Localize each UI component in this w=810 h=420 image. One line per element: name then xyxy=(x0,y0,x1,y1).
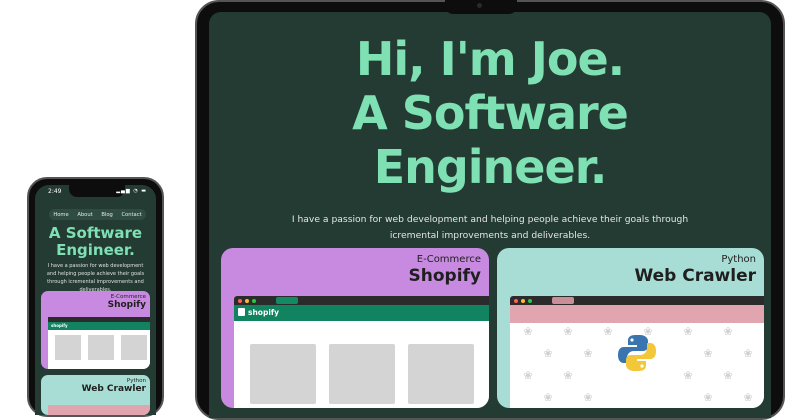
card-title: Shopify xyxy=(107,300,146,310)
laptop-screen: Hi, I'm Joe. A Software Engineer. I have… xyxy=(209,12,771,418)
bug-icon: ❀ xyxy=(683,325,693,338)
phone-screen: 2:49 ▂▄▆ ◔ ▬ Home About Blog Contact A S… xyxy=(35,185,156,415)
phone-hero-line-1: A Software xyxy=(48,224,143,242)
phone-project-card-web-crawler[interactable]: Python Web Crawler xyxy=(41,375,150,415)
bug-icon: ❀ xyxy=(723,369,733,382)
shopify-header: shopify xyxy=(48,322,150,330)
bug-icon: ❀ xyxy=(583,347,593,360)
browser-tab xyxy=(552,297,574,304)
python-logo-icon xyxy=(618,335,656,371)
shopify-store-name: shopify xyxy=(248,308,280,317)
bug-icon: ❀ xyxy=(523,369,533,382)
bug-icon: ❀ xyxy=(703,347,713,360)
card-subtitle: Python xyxy=(721,254,756,265)
card-title: Shopify xyxy=(408,266,482,286)
phone-hero-heading: A Software Engineer. xyxy=(35,225,156,259)
browser-toolbar xyxy=(234,296,489,305)
crawler-preview: ❀ ❀ ❀ ❀ ❀ ❀ ❀ ❀ ❀ ❀ ❀ ❀ ❀ ❀ ❀ ❀ ❀ ❀ xyxy=(510,296,764,408)
nav-about[interactable]: About xyxy=(77,212,92,218)
product-placeholder xyxy=(250,344,316,404)
shopify-preview: shopify xyxy=(234,296,489,408)
close-dot-icon xyxy=(238,298,242,303)
camera-icon xyxy=(477,3,482,8)
bug-icon: ❀ xyxy=(583,391,593,404)
nav-contact[interactable]: Contact xyxy=(121,212,141,218)
bug-icon: ❀ xyxy=(703,391,713,404)
nav-blog[interactable]: Blog xyxy=(101,212,112,218)
maximize-dot-icon xyxy=(252,298,256,303)
hero-line-2: A Software xyxy=(352,86,629,140)
bug-icon: ❀ xyxy=(563,325,573,338)
project-card-web-crawler[interactable]: Python Web Crawler ❀ ❀ ❀ ❀ ❀ ❀ ❀ ❀ ❀ ❀ ❀ ❀ ❀ ❀ ❀ ❀ ❀ ❀ xyxy=(497,248,764,408)
phone-nav: Home About Blog Contact xyxy=(49,209,146,220)
phone-hero-line-2: Engineer. xyxy=(56,241,135,259)
phone-tagline: I have a passion for web development and… xyxy=(46,263,145,293)
browser-tab xyxy=(276,297,298,304)
card-title: Web Crawler xyxy=(81,384,146,394)
bug-icon: ❀ xyxy=(543,391,553,404)
hero-line-1: Hi, I'm Joe. xyxy=(355,32,625,86)
status-time: 2:49 xyxy=(48,188,62,195)
status-icons: ▂▄▆ ◔ ▬ xyxy=(116,188,147,194)
nav-home[interactable]: Home xyxy=(53,212,68,218)
camera-notch xyxy=(445,0,517,14)
card-header: E-Commerce Shopify xyxy=(409,254,482,286)
product-placeholder xyxy=(408,344,474,404)
maximize-dot-icon xyxy=(528,298,532,303)
bug-icon: ❀ xyxy=(523,325,533,338)
product-placeholder xyxy=(55,335,81,360)
card-header: E-Commerce Shopify xyxy=(108,294,146,310)
hero-line-3: Engineer. xyxy=(373,140,608,194)
phone-project-card-shopify[interactable]: E-Commerce Shopify shopify xyxy=(41,291,150,369)
shopify-store-name: shopify xyxy=(51,323,68,328)
shopify-logo: shopify xyxy=(238,308,279,317)
product-placeholder xyxy=(121,335,147,360)
shopify-bag-icon xyxy=(238,308,245,316)
bug-icon: ❀ xyxy=(603,325,613,338)
bug-icon: ❀ xyxy=(723,325,733,338)
crawler-header xyxy=(48,405,150,415)
shopify-preview: shopify xyxy=(48,317,150,369)
minimize-dot-icon xyxy=(521,298,525,303)
hero-tagline: I have a passion for web development and… xyxy=(291,214,689,241)
hero-heading: Hi, I'm Joe. A Software Engineer. xyxy=(209,32,771,194)
card-header: Python Web Crawler xyxy=(634,254,756,286)
card-header: Python Web Crawler xyxy=(82,378,146,394)
crawler-header xyxy=(510,305,764,323)
close-dot-icon xyxy=(514,298,518,303)
shopify-header: shopify xyxy=(234,305,489,321)
product-placeholder xyxy=(88,335,114,360)
card-title: Web Crawler xyxy=(634,266,756,286)
bug-icon: ❀ xyxy=(743,347,753,360)
product-placeholder xyxy=(329,344,395,404)
phone-frame: 2:49 ▂▄▆ ◔ ▬ Home About Blog Contact A S… xyxy=(27,177,164,417)
bug-icon: ❀ xyxy=(563,369,573,382)
bug-icon: ❀ xyxy=(743,391,753,404)
bug-icon: ❀ xyxy=(543,347,553,360)
card-subtitle: E-Commerce xyxy=(416,254,481,265)
minimize-dot-icon xyxy=(245,298,249,303)
browser-toolbar xyxy=(510,296,764,305)
laptop-frame: Hi, I'm Joe. A Software Engineer. I have… xyxy=(195,0,785,420)
project-card-shopify[interactable]: E-Commerce Shopify shopify xyxy=(221,248,489,408)
bug-icon: ❀ xyxy=(683,369,693,382)
